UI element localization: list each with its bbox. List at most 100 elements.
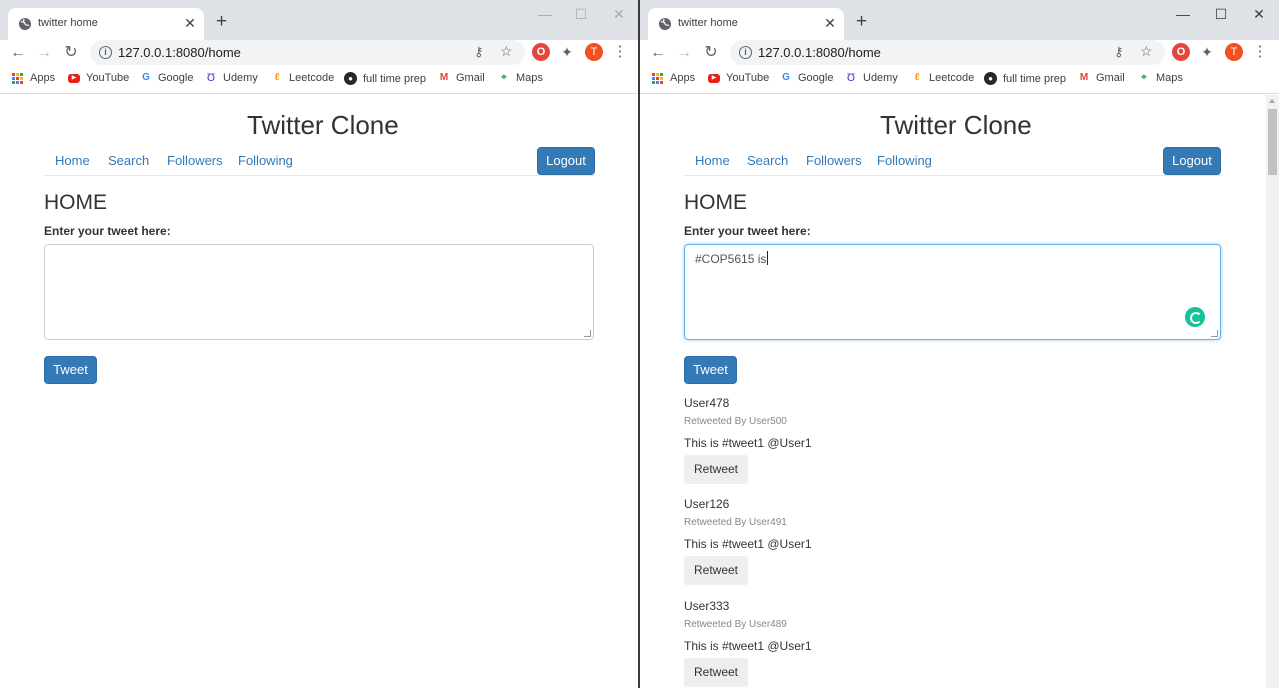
page-scrollbar[interactable] — [1266, 95, 1279, 688]
bookmark-udemy[interactable]: Ʊ Udemy — [845, 72, 898, 84]
key-icon[interactable]: ⚷ — [474, 44, 484, 60]
bookmark-udemy[interactable]: Ʊ Udemy — [205, 72, 258, 84]
bookmark-full-time-prep[interactable]: ● full time prep — [984, 72, 1066, 85]
close-tab-icon[interactable]: ✕ — [822, 15, 838, 31]
retweet-button[interactable]: Retweet — [684, 556, 748, 585]
star-icon[interactable]: ☆ — [1140, 43, 1153, 60]
nav-followers[interactable]: Followers — [167, 153, 223, 168]
page-heading: HOME — [44, 191, 107, 214]
globe-icon — [19, 18, 31, 30]
nav-followers[interactable]: Followers — [806, 153, 862, 168]
minimize-icon[interactable]: — — [530, 6, 560, 22]
opera-adblock-icon[interactable]: O — [532, 43, 550, 61]
feed-tweet-text: This is #tweet1 @User1 — [684, 639, 812, 653]
gmail-icon: M — [1079, 72, 1089, 83]
tab-title: twitter home — [678, 17, 738, 29]
apps-grid-icon — [12, 72, 23, 84]
bookmark-maps[interactable]: ⌖ Maps — [1138, 72, 1183, 84]
tweet-label: Enter your tweet here: — [684, 224, 811, 238]
feed-tweet-text: This is #tweet1 @User1 — [684, 537, 812, 551]
tweet-button[interactable]: Tweet — [44, 356, 97, 384]
globe-icon — [659, 18, 671, 30]
profile-avatar[interactable]: T — [585, 43, 603, 61]
retweet-button[interactable]: Retweet — [684, 455, 748, 484]
nav-following[interactable]: Following — [877, 153, 932, 168]
bookmark-apps[interactable]: Apps — [12, 72, 55, 84]
nav-following[interactable]: Following — [238, 153, 293, 168]
tab-title: twitter home — [38, 17, 98, 29]
logout-button[interactable]: Logout — [537, 147, 595, 175]
browser-tab[interactable]: twitter home ✕ — [648, 8, 844, 40]
menu-kebab-icon[interactable]: ⋮ — [611, 43, 629, 61]
extensions-puzzle-icon[interactable]: ✦ — [1198, 43, 1216, 61]
address-bar[interactable]: i 127.0.0.1:8080/home ⚷ ☆ — [90, 40, 525, 65]
bookmark-full-time-prep[interactable]: ● full time prep — [344, 72, 426, 85]
grammarly-icon[interactable] — [1185, 307, 1205, 327]
back-arrow-icon[interactable]: ← — [648, 43, 668, 63]
new-tab-icon[interactable]: + — [216, 12, 227, 32]
logout-button[interactable]: Logout — [1163, 147, 1221, 175]
close-window-icon[interactable]: ✕ — [604, 6, 634, 23]
tweet-label: Enter your tweet here: — [44, 224, 171, 238]
scrollbar-thumb[interactable] — [1268, 109, 1277, 175]
opera-adblock-icon[interactable]: O — [1172, 43, 1190, 61]
info-icon[interactable]: i — [739, 46, 752, 59]
menu-kebab-icon[interactable]: ⋮ — [1251, 43, 1269, 61]
close-tab-icon[interactable]: ✕ — [182, 15, 198, 31]
profile-avatar[interactable]: T — [1225, 43, 1243, 61]
maximize-icon[interactable]: ☐ — [1206, 6, 1236, 23]
resize-handle-icon[interactable] — [1211, 330, 1218, 337]
bookmark-leetcode[interactable]: ℓ Leetcode — [271, 72, 335, 84]
bookmark-gmail[interactable]: M Gmail — [1078, 72, 1125, 84]
close-window-icon[interactable]: ✕ — [1244, 6, 1274, 23]
nav-home[interactable]: Home — [55, 153, 90, 168]
star-icon[interactable]: ☆ — [500, 43, 513, 60]
forward-arrow-icon[interactable]: → — [674, 43, 694, 63]
maps-icon: ⌖ — [501, 72, 507, 83]
reload-icon[interactable]: ↻ — [61, 43, 81, 63]
maps-icon: ⌖ — [1141, 72, 1147, 83]
bookmark-apps[interactable]: Apps — [652, 72, 695, 84]
udemy-icon: Ʊ — [206, 72, 216, 84]
maximize-icon[interactable]: ☐ — [566, 6, 596, 23]
github-icon: ● — [344, 72, 357, 85]
bookmark-leetcode[interactable]: ℓ Leetcode — [911, 72, 975, 84]
nav-home[interactable]: Home — [695, 153, 730, 168]
new-tab-icon[interactable]: + — [856, 12, 867, 32]
feed-tweet-text: This is #tweet1 @User1 — [684, 436, 812, 450]
url-text: 127.0.0.1:8080/home — [118, 45, 241, 60]
bookmark-google[interactable]: G Google — [140, 72, 193, 84]
bookmark-youtube[interactable]: ▶ YouTube — [68, 72, 129, 84]
nav-search[interactable]: Search — [747, 153, 788, 168]
nav-search[interactable]: Search — [108, 153, 149, 168]
feed-username: User478 — [684, 396, 730, 410]
resize-handle-icon[interactable] — [584, 330, 591, 337]
minimize-icon[interactable]: — — [1168, 6, 1198, 22]
gmail-icon: M — [439, 72, 449, 83]
address-bar[interactable]: i 127.0.0.1:8080/home ⚷ ☆ — [730, 40, 1165, 65]
site-nav: Home Search Followers Following — [684, 147, 1221, 176]
bookmarks-bar: Apps ▶ YouTube G Google Ʊ Udemy ℓ Leetcode ●… — [640, 66, 1279, 94]
tweet-input[interactable] — [44, 244, 594, 340]
scroll-up-arrow-icon[interactable] — [1269, 99, 1275, 103]
browser-window-right: twitter home ✕ + — ☐ ✕ ← → ↻ i 127.0.0.1… — [640, 0, 1279, 688]
google-icon: G — [142, 72, 150, 83]
bookmark-gmail[interactable]: M Gmail — [438, 72, 485, 84]
extensions-puzzle-icon[interactable]: ✦ — [558, 43, 576, 61]
feed-retweeted-by: Retweeted By User500 — [684, 416, 787, 427]
back-arrow-icon[interactable]: ← — [8, 43, 28, 63]
site-nav: Home Search Followers Following — [44, 147, 594, 176]
retweet-button[interactable]: Retweet — [684, 658, 748, 687]
key-icon[interactable]: ⚷ — [1114, 44, 1124, 60]
bookmark-maps[interactable]: ⌖ Maps — [498, 72, 543, 84]
bookmark-youtube[interactable]: ▶ YouTube — [708, 72, 769, 84]
tweet-input[interactable]: #COP5615 is — [684, 244, 1221, 340]
forward-arrow-icon[interactable]: → — [34, 43, 54, 63]
feed-username: User126 — [684, 497, 730, 511]
youtube-icon: ▶ — [68, 73, 80, 83]
reload-icon[interactable]: ↻ — [701, 43, 721, 63]
info-icon[interactable]: i — [99, 46, 112, 59]
tweet-button[interactable]: Tweet — [684, 356, 737, 384]
bookmark-google[interactable]: G Google — [780, 72, 833, 84]
browser-tab[interactable]: twitter home ✕ — [8, 8, 204, 40]
